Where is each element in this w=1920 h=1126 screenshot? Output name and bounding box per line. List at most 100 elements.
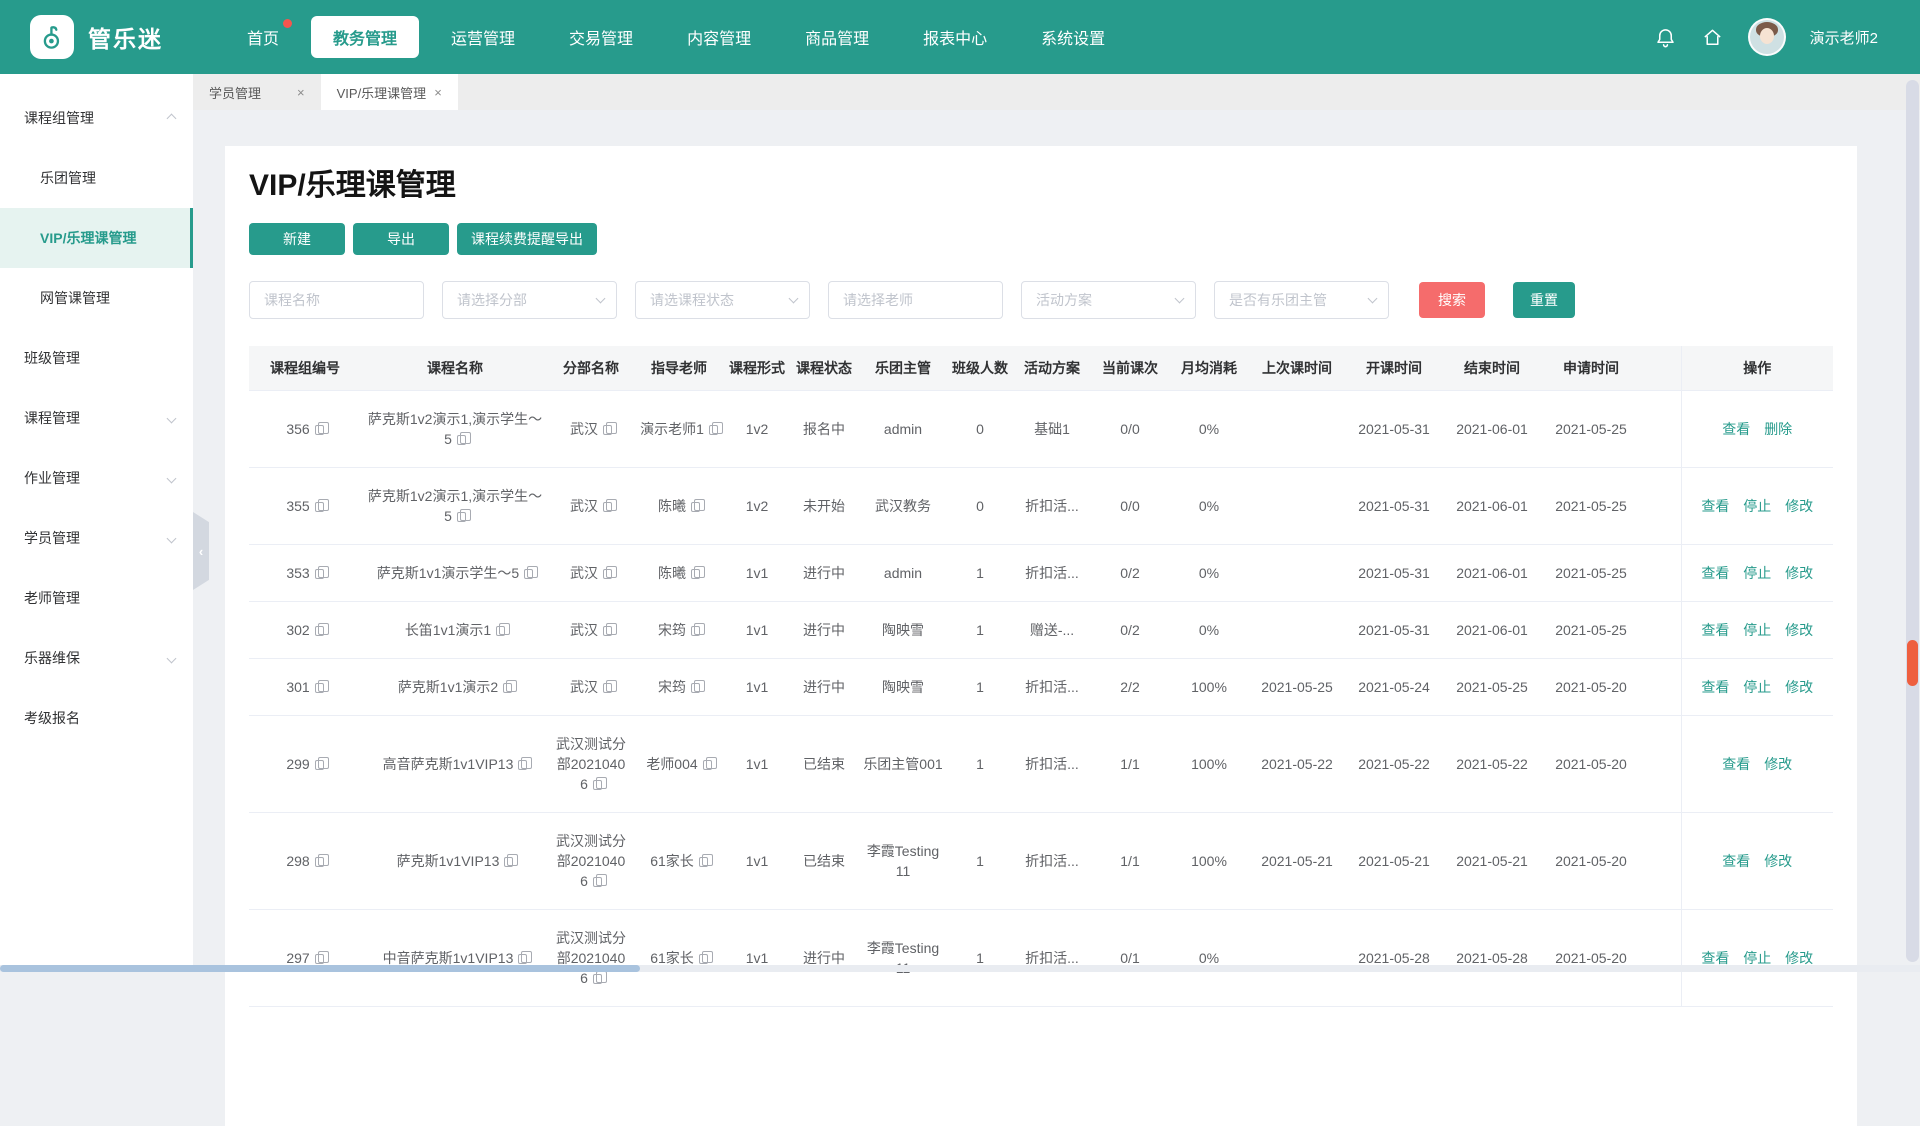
tab[interactable]: 学员管理 ×: [193, 74, 321, 110]
sidebar-item[interactable]: 课程组管理: [0, 88, 193, 148]
sidebar-item[interactable]: 课程管理: [0, 388, 193, 448]
action-link[interactable]: 停止: [1743, 498, 1771, 514]
action-link[interactable]: 修改: [1785, 622, 1813, 638]
sidebar-item[interactable]: 乐器维保: [0, 628, 193, 688]
cell-end-time: 2021-06-01: [1443, 601, 1541, 659]
copy-icon[interactable]: [314, 757, 329, 770]
nav-item[interactable]: 交易管理: [547, 16, 655, 58]
nav-item[interactable]: 运营管理: [429, 16, 537, 58]
nav-item[interactable]: 报表中心: [901, 16, 1009, 58]
copy-icon[interactable]: [691, 623, 705, 636]
copy-icon[interactable]: [314, 623, 329, 636]
action-link[interactable]: 修改: [1764, 853, 1792, 869]
home-icon[interactable]: [1701, 26, 1724, 49]
copy-icon[interactable]: [496, 623, 511, 636]
copy-icon[interactable]: [708, 422, 723, 435]
action-link[interactable]: 停止: [1743, 950, 1771, 966]
copy-icon[interactable]: [314, 951, 329, 964]
copy-icon[interactable]: [592, 874, 607, 887]
nav-item[interactable]: 教务管理: [311, 16, 420, 58]
action-link[interactable]: 修改: [1764, 756, 1792, 772]
copy-icon[interactable]: [524, 566, 539, 579]
nav-item[interactable]: 首页: [225, 16, 301, 58]
filter-input[interactable]: [1021, 281, 1196, 319]
copy-icon[interactable]: [592, 777, 607, 790]
action-link[interactable]: 查看: [1701, 950, 1729, 966]
action-link[interactable]: 修改: [1785, 498, 1813, 514]
horizontal-scrollbar[interactable]: [0, 965, 1920, 972]
action-link[interactable]: 查看: [1701, 498, 1729, 514]
copy-icon[interactable]: [603, 422, 617, 435]
reset-button[interactable]: 重置: [1513, 282, 1575, 318]
action-link[interactable]: 查看: [1722, 421, 1750, 437]
copy-icon[interactable]: [698, 951, 713, 964]
copy-icon[interactable]: [504, 854, 519, 867]
action-link[interactable]: 修改: [1785, 565, 1813, 581]
copy-icon[interactable]: [456, 432, 471, 445]
sidebar-item[interactable]: 老师管理: [0, 568, 193, 628]
horizontal-scrollbar-thumb[interactable]: [0, 965, 640, 972]
action-link[interactable]: 查看: [1722, 756, 1750, 772]
action-link[interactable]: 查看: [1701, 565, 1729, 581]
toolbar-button[interactable]: 课程续费提醒导出: [457, 223, 597, 255]
bell-icon[interactable]: [1654, 26, 1677, 49]
copy-icon[interactable]: [702, 757, 717, 770]
action-link[interactable]: 查看: [1701, 679, 1729, 695]
action-link[interactable]: 修改: [1785, 950, 1813, 966]
filter-input[interactable]: [828, 281, 1003, 319]
nav-item[interactable]: 内容管理: [665, 16, 773, 58]
nav-item[interactable]: 系统设置: [1019, 16, 1127, 58]
copy-icon[interactable]: [698, 854, 713, 867]
action-link[interactable]: 停止: [1743, 565, 1771, 581]
copy-icon[interactable]: [603, 499, 617, 512]
close-icon[interactable]: ×: [434, 85, 442, 100]
filter-input[interactable]: [249, 281, 424, 319]
column-header: 上次课时间: [1249, 346, 1345, 391]
sidebar-item[interactable]: 班级管理: [0, 328, 193, 388]
toolbar-button[interactable]: 导出: [353, 223, 449, 255]
copy-icon[interactable]: [691, 680, 705, 693]
sidebar-item[interactable]: 作业管理: [0, 448, 193, 508]
copy-icon[interactable]: [314, 499, 329, 512]
filter-input[interactable]: [1214, 281, 1389, 319]
sidebar-item[interactable]: 考级报名: [0, 688, 193, 748]
filter-input[interactable]: [635, 281, 810, 319]
vertical-scrollbar[interactable]: [1906, 80, 1919, 962]
user-avatar[interactable]: [1747, 18, 1786, 56]
toolbar-button[interactable]: 新建: [249, 223, 345, 255]
action-link[interactable]: 修改: [1785, 679, 1813, 695]
copy-icon[interactable]: [691, 499, 705, 512]
app-logo[interactable]: [30, 15, 74, 59]
sidebar-item[interactable]: 学员管理: [0, 508, 193, 568]
action-link[interactable]: 查看: [1722, 853, 1750, 869]
copy-icon[interactable]: [314, 854, 329, 867]
copy-icon[interactable]: [314, 680, 329, 693]
sidebar-subitem[interactable]: 乐团管理: [0, 148, 193, 208]
action-link[interactable]: 停止: [1743, 679, 1771, 695]
copy-icon[interactable]: [603, 566, 617, 579]
search-button[interactable]: 搜索: [1419, 282, 1485, 318]
copy-icon[interactable]: [592, 971, 607, 984]
sidebar-collapse-handle[interactable]: ‹: [193, 512, 209, 590]
action-link[interactable]: 查看: [1701, 622, 1729, 638]
copy-icon[interactable]: [518, 951, 533, 964]
close-icon[interactable]: ×: [297, 85, 305, 100]
copy-icon[interactable]: [456, 509, 471, 522]
copy-icon[interactable]: [691, 566, 705, 579]
vertical-scrollbar-thumb[interactable]: [1907, 640, 1918, 686]
copy-icon[interactable]: [314, 422, 329, 435]
copy-icon[interactable]: [518, 757, 533, 770]
action-link[interactable]: 删除: [1764, 421, 1792, 437]
sidebar-subitem[interactable]: 网管课管理: [0, 268, 193, 328]
copy-icon[interactable]: [603, 623, 617, 636]
cell-course-status: 已结束: [789, 812, 859, 910]
copy-icon[interactable]: [314, 566, 329, 579]
action-link[interactable]: 停止: [1743, 622, 1771, 638]
sidebar-subitem[interactable]: VIP/乐理课管理: [0, 208, 193, 268]
copy-icon[interactable]: [603, 680, 617, 693]
nav-item[interactable]: 商品管理: [783, 16, 891, 58]
filter-input[interactable]: [442, 281, 617, 319]
tab[interactable]: VIP/乐理课管理 ×: [320, 74, 458, 110]
cell-course-form: 1v2: [725, 467, 789, 545]
copy-icon[interactable]: [503, 680, 518, 693]
